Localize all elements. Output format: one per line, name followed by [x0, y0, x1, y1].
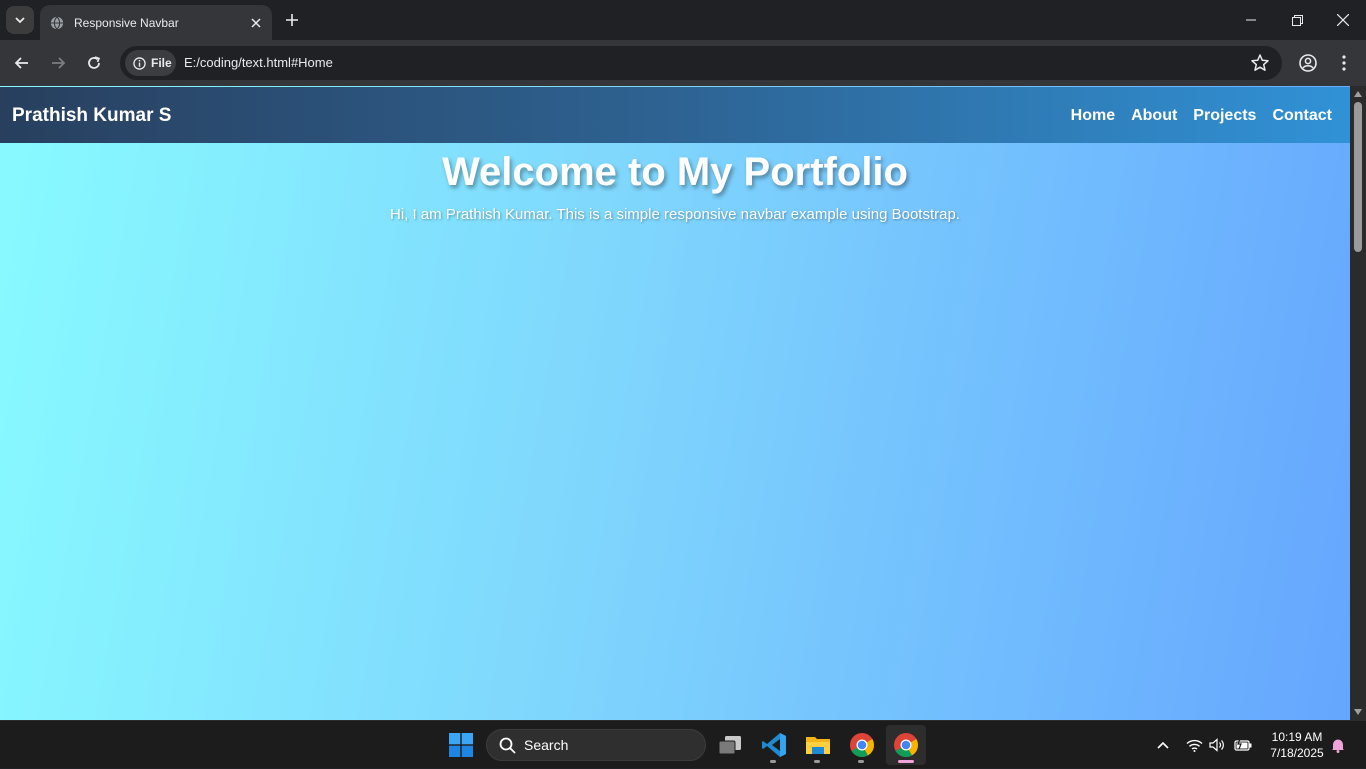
- close-tab-button[interactable]: [246, 13, 266, 33]
- nav-links: Home About Projects Contact: [1071, 107, 1332, 125]
- site-brand[interactable]: Prathish Kumar S: [12, 105, 171, 127]
- tab-search-button[interactable]: [6, 6, 34, 34]
- menu-button[interactable]: [1330, 49, 1358, 77]
- tab-title: Responsive Navbar: [74, 15, 179, 30]
- nav-link-projects[interactable]: Projects: [1193, 107, 1256, 125]
- start-button[interactable]: [441, 725, 481, 765]
- taskbar-chrome[interactable]: [842, 725, 882, 765]
- arrow-left-icon: [14, 57, 28, 69]
- clock-time: 10:19 AM: [1271, 730, 1323, 744]
- task-view-button[interactable]: [710, 725, 750, 765]
- nav-link-contact[interactable]: Contact: [1272, 107, 1332, 125]
- profile-icon: [1299, 54, 1317, 72]
- search-label: Search: [524, 737, 569, 753]
- chrome-icon: [850, 733, 874, 758]
- page-viewport: Prathish Kumar S Home About Projects Con…: [0, 86, 1366, 720]
- site-info-chip[interactable]: File: [125, 50, 176, 76]
- chevron-down-icon: [15, 17, 25, 24]
- task-view-icon: [718, 736, 741, 755]
- arrow-right-icon: [52, 57, 66, 69]
- clock-date: 7/18/2025: [1270, 746, 1324, 760]
- reload-button[interactable]: [80, 49, 108, 77]
- scroll-down-arrow[interactable]: [1354, 709, 1362, 715]
- chrome-icon: [894, 733, 918, 758]
- minimize-button[interactable]: [1228, 0, 1274, 40]
- wifi-icon: [1186, 739, 1202, 752]
- restore-button[interactable]: [1274, 0, 1320, 40]
- windows-taskbar: Search 10:19 AM 7/18/2025: [0, 720, 1366, 768]
- page-scrollbar[interactable]: [1350, 86, 1366, 720]
- close-icon: [251, 17, 261, 28]
- chevron-up-icon: [1157, 741, 1169, 749]
- info-icon: [133, 56, 146, 70]
- notifications-button[interactable]: [1328, 721, 1348, 769]
- url-text[interactable]: E:/coding/text.html#Home: [184, 55, 333, 70]
- taskbar-vscode[interactable]: [754, 725, 794, 765]
- back-button[interactable]: [8, 49, 36, 77]
- active-indicator: [898, 760, 914, 763]
- new-tab-button[interactable]: [280, 8, 304, 32]
- plus-icon: [286, 14, 298, 26]
- running-indicator: [858, 760, 864, 763]
- hero-subtitle: Hi, I am Prathish Kumar. This is a simpl…: [390, 206, 960, 223]
- taskbar-clock[interactable]: 10:19 AM 7/18/2025: [1262, 729, 1332, 761]
- vscode-icon: [762, 733, 786, 757]
- globe-icon: [50, 16, 64, 29]
- taskbar-search-box[interactable]: Search: [486, 729, 706, 761]
- site-navbar: Prathish Kumar S Home About Projects Con…: [0, 87, 1350, 143]
- close-icon: [1337, 14, 1349, 26]
- address-bar[interactable]: File E:/coding/text.html#Home: [120, 46, 1282, 80]
- nav-link-home[interactable]: Home: [1071, 107, 1115, 125]
- battery-status[interactable]: [1232, 721, 1254, 769]
- scroll-up-arrow[interactable]: [1354, 91, 1362, 97]
- bookmark-star-icon[interactable]: [1250, 53, 1270, 73]
- taskbar-file-explorer[interactable]: [798, 725, 838, 765]
- page-body: Prathish Kumar S Home About Projects Con…: [0, 86, 1350, 720]
- scroll-thumb[interactable]: [1354, 102, 1362, 252]
- show-hidden-icons-button[interactable]: [1152, 721, 1174, 769]
- nav-link-about[interactable]: About: [1131, 107, 1177, 125]
- taskbar-chrome-active[interactable]: [886, 725, 926, 765]
- minimize-icon: [1246, 19, 1256, 21]
- running-indicator: [770, 760, 776, 763]
- close-window-button[interactable]: [1320, 0, 1366, 40]
- folder-icon: [806, 737, 830, 754]
- profile-button[interactable]: [1294, 49, 1322, 77]
- volume-status[interactable]: [1207, 721, 1227, 769]
- bell-icon: [1332, 739, 1344, 753]
- chip-label: File: [151, 56, 172, 70]
- reload-icon: [88, 56, 101, 69]
- browser-toolbar: File E:/coding/text.html#Home: [0, 40, 1366, 86]
- speaker-icon: [1209, 738, 1224, 752]
- more-vertical-icon: [1342, 55, 1346, 71]
- running-indicator: [814, 760, 820, 763]
- search-icon: [499, 737, 516, 754]
- tab-strip: Responsive Navbar: [0, 0, 1366, 40]
- browser-tab[interactable]: Responsive Navbar: [40, 5, 272, 40]
- battery-charging-icon: [1234, 739, 1252, 751]
- forward-button[interactable]: [44, 49, 72, 77]
- restore-icon: [1291, 14, 1303, 26]
- wifi-status[interactable]: [1184, 721, 1204, 769]
- hero-title: Welcome to My Portfolio: [442, 150, 908, 194]
- windows-logo-icon: [449, 733, 473, 757]
